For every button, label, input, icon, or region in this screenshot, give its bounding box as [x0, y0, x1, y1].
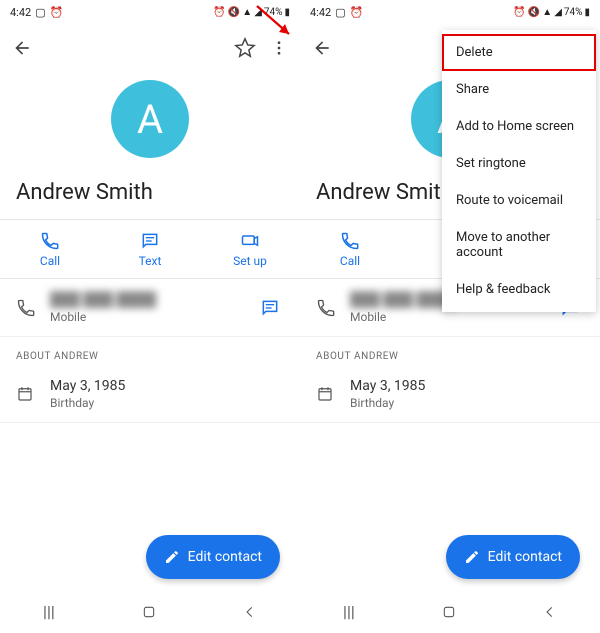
birthday-row[interactable]: May 3, 1985 Birthday	[300, 366, 600, 423]
message-icon[interactable]	[260, 298, 280, 318]
pencil-icon	[164, 549, 180, 565]
wifi-icon: ▲	[242, 7, 252, 18]
action-row: Call Text Set up	[0, 219, 300, 279]
recents-button[interactable]: |||	[43, 602, 55, 621]
call-label: Call	[40, 254, 60, 268]
calendar-icon	[316, 385, 334, 403]
screen-contact-menu-open: 4:42 ▢ ⏰ ⏰ 🔇 ▲ ◢ 74% ▮ A Andrew Smith Ca…	[300, 0, 600, 633]
notif-image-icon: ▢	[35, 6, 45, 19]
clock: 4:42	[310, 6, 331, 19]
notif-alarm-icon: ⏰	[50, 6, 64, 19]
menu-help[interactable]: Help & feedback	[442, 271, 596, 308]
back-nav-button[interactable]	[243, 605, 257, 619]
text-label: Text	[139, 254, 162, 268]
birthday-date: May 3, 1985	[350, 378, 584, 394]
status-bar: 4:42 ▢ ⏰ ⏰ 🔇 ▲ ◢ 74% ▮	[300, 0, 600, 24]
edit-contact-fab[interactable]: Edit contact	[446, 535, 580, 579]
about-label: ABOUT ANDREW	[300, 337, 600, 366]
edit-contact-fab[interactable]: Edit contact	[146, 535, 280, 579]
phone-icon	[316, 298, 336, 318]
menu-ringtone[interactable]: Set ringtone	[442, 145, 596, 182]
home-button[interactable]	[441, 604, 457, 620]
call-action[interactable]: Call	[300, 220, 400, 278]
back-button[interactable]	[312, 38, 332, 58]
contact-avatar: A	[111, 80, 189, 158]
menu-move-account[interactable]: Move to another account	[442, 219, 596, 271]
avatar-initial: A	[137, 96, 163, 143]
menu-voicemail[interactable]: Route to voicemail	[442, 182, 596, 219]
birthday-date: May 3, 1985	[50, 378, 284, 394]
menu-share[interactable]: Share	[442, 71, 596, 108]
text-action[interactable]: Text	[100, 220, 200, 278]
phone-number: ███ ███ ████	[50, 291, 256, 308]
clock: 4:42	[10, 6, 31, 19]
setup-action[interactable]: Set up	[200, 220, 300, 278]
avatar-section: A	[0, 72, 300, 176]
contact-name: Andrew Smith	[0, 176, 300, 219]
phone-type: Mobile	[350, 310, 556, 324]
star-button[interactable]	[234, 37, 256, 59]
mute-icon: 🔇	[228, 7, 240, 18]
annotation-arrow	[255, 4, 305, 54]
battery-text: 74%	[564, 7, 583, 18]
birthday-label: Birthday	[50, 396, 284, 410]
notif-alarm-icon: ⏰	[350, 6, 364, 19]
gesture-nav: |||	[300, 593, 600, 633]
fab-label: Edit contact	[188, 549, 262, 565]
pencil-icon	[464, 549, 480, 565]
calendar-icon	[16, 385, 34, 403]
birthday-row[interactable]: May 3, 1985 Birthday	[0, 366, 300, 423]
mute-icon: 🔇	[528, 7, 540, 18]
call-action[interactable]: Call	[0, 220, 100, 278]
back-button[interactable]	[12, 38, 32, 58]
overflow-menu: Delete Share Add to Home screen Set ring…	[442, 30, 596, 312]
call-label: Call	[340, 254, 360, 268]
alarm-icon: ⏰	[513, 7, 525, 18]
phone-type: Mobile	[50, 310, 256, 324]
wifi-icon: ▲	[542, 7, 552, 18]
setup-label: Set up	[233, 254, 267, 268]
birthday-label: Birthday	[350, 396, 584, 410]
back-nav-button[interactable]	[543, 605, 557, 619]
phone-icon	[16, 298, 36, 318]
notif-image-icon: ▢	[335, 6, 345, 19]
recents-button[interactable]: |||	[343, 602, 355, 621]
fab-label: Edit contact	[488, 549, 562, 565]
battery-icon: ▮	[584, 7, 590, 18]
phone-row[interactable]: ███ ███ ████ Mobile	[0, 279, 300, 337]
alarm-icon: ⏰	[213, 7, 225, 18]
screen-contact-view: 4:42 ▢ ⏰ ⏰ 🔇 ▲ ◢ 74% ▮ A Andrew Smith	[0, 0, 300, 633]
menu-delete[interactable]: Delete	[442, 34, 596, 71]
menu-add-home[interactable]: Add to Home screen	[442, 108, 596, 145]
about-label: ABOUT ANDREW	[0, 337, 300, 366]
signal-icon: ◢	[554, 7, 562, 18]
gesture-nav: |||	[0, 593, 300, 633]
home-button[interactable]	[141, 604, 157, 620]
